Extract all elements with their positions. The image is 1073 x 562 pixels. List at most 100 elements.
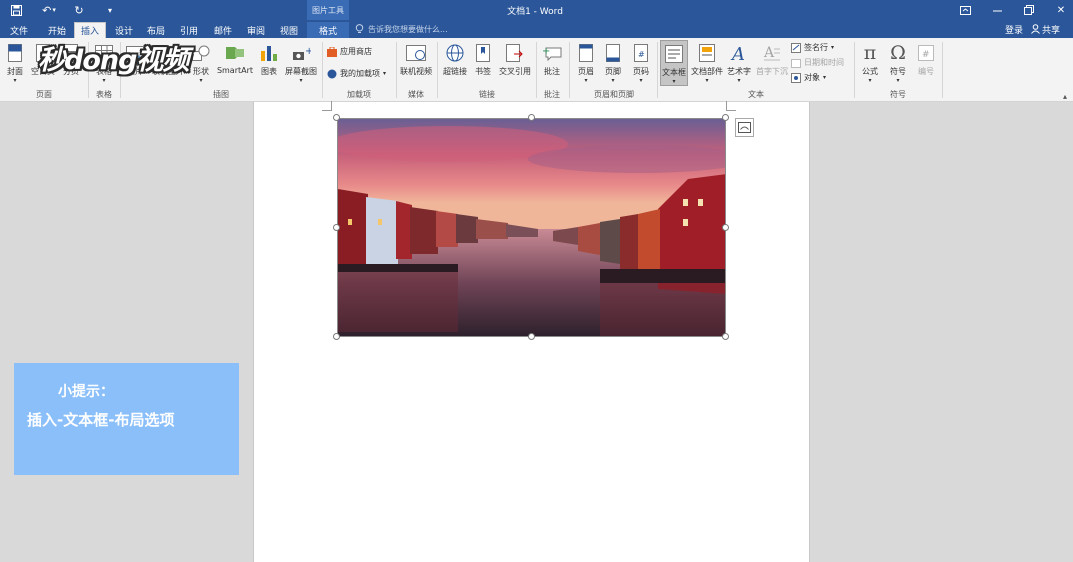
group-separator bbox=[322, 42, 323, 98]
ribbon-display-icon[interactable] bbox=[950, 0, 980, 20]
pi-icon: π bbox=[863, 42, 877, 64]
tab-home[interactable]: 开始 bbox=[42, 22, 72, 38]
resize-handle[interactable] bbox=[528, 114, 535, 121]
signature-icon bbox=[791, 42, 801, 53]
group-label-illustrations: 插图 bbox=[213, 90, 229, 99]
page-number-button[interactable]: # 页码 ▾ bbox=[628, 40, 654, 84]
login-link[interactable]: 登录 bbox=[1005, 20, 1023, 38]
store-button[interactable]: 应用商店 bbox=[327, 46, 372, 57]
lightbulb-icon bbox=[355, 24, 364, 33]
cross-reference-button[interactable]: 交叉引用 bbox=[497, 40, 533, 77]
page-number-icon: # bbox=[631, 42, 651, 64]
dropdown-arrow-icon: ▾ bbox=[102, 77, 106, 84]
number-button[interactable]: # 编号 bbox=[913, 40, 939, 77]
resize-handle[interactable] bbox=[333, 224, 340, 231]
undo-icon[interactable]: ↶ ▾ bbox=[38, 0, 60, 20]
minimize-icon[interactable] bbox=[982, 0, 1012, 20]
resize-handle[interactable] bbox=[333, 114, 340, 121]
comment-icon: + bbox=[542, 42, 562, 64]
tab-references[interactable]: 引用 bbox=[174, 22, 204, 38]
cover-page-button[interactable]: 封面 ▾ bbox=[4, 40, 26, 84]
textbox-icon bbox=[664, 43, 684, 65]
store-icon bbox=[327, 46, 337, 57]
layout-options-button[interactable] bbox=[735, 118, 754, 137]
resize-handle[interactable] bbox=[528, 333, 535, 340]
document-title: 文档1 - Word bbox=[507, 6, 563, 17]
shapes-button[interactable]: 形状 ▾ bbox=[189, 40, 213, 84]
group-label-header-footer: 页眉和页脚 bbox=[594, 90, 634, 99]
dropdown-arrow-icon: ▾ bbox=[823, 74, 827, 81]
footer-button[interactable]: 页脚 ▾ bbox=[601, 40, 625, 84]
tip-title: 小提示： bbox=[58, 384, 114, 400]
dropdown-arrow-icon: ▾ bbox=[868, 77, 872, 84]
group-label-addins: 加载项 bbox=[347, 90, 371, 99]
tab-mailings[interactable]: 邮件 bbox=[208, 22, 238, 38]
resize-handle[interactable] bbox=[722, 224, 729, 231]
inserted-picture[interactable] bbox=[337, 118, 726, 337]
tip-text: 插入-文本框-布局选项 bbox=[27, 411, 175, 429]
title-bar: ↶ ▾ ↻ ▾ 图片工具 文档1 - Word ✕ bbox=[0, 0, 1073, 20]
group-label-text: 文本 bbox=[748, 90, 764, 99]
symbol-button[interactable]: Ω 符号 ▾ bbox=[885, 40, 911, 84]
group-separator bbox=[854, 42, 855, 98]
date-time-button[interactable]: 日期和时间 bbox=[791, 57, 844, 68]
chart-icon bbox=[259, 42, 279, 64]
comment-button[interactable]: + 批注 bbox=[540, 40, 564, 77]
resize-handle[interactable] bbox=[722, 114, 729, 121]
calendar-icon bbox=[791, 58, 801, 68]
screenshot-button[interactable]: + 屏幕截图 ▾ bbox=[283, 40, 319, 84]
group-separator bbox=[396, 42, 397, 98]
screenshot-icon: + bbox=[291, 42, 311, 64]
tab-design[interactable]: 设计 bbox=[109, 22, 139, 38]
watermark-logo: 秒dong视频 bbox=[38, 45, 189, 76]
restore-icon[interactable] bbox=[1014, 0, 1044, 20]
tab-format[interactable]: 格式 bbox=[307, 22, 349, 38]
share-button[interactable]: 共享 bbox=[1031, 20, 1060, 38]
margin-corner-mark bbox=[726, 101, 736, 111]
qat-customize-icon[interactable]: ▾ bbox=[104, 0, 116, 20]
quick-parts-button[interactable]: 文档部件 ▾ bbox=[690, 40, 724, 84]
object-button[interactable]: 对象 ▾ bbox=[791, 72, 826, 83]
group-label-links: 链接 bbox=[479, 90, 495, 99]
equation-button[interactable]: π 公式 ▾ bbox=[857, 40, 883, 84]
tell-me-search[interactable]: 告诉我您想要做什么... bbox=[355, 20, 448, 38]
group-label-symbols: 符号 bbox=[890, 90, 906, 99]
hyperlink-button[interactable]: 超链接 bbox=[440, 40, 470, 77]
my-addins-icon bbox=[327, 69, 337, 78]
svg-text:#: # bbox=[922, 50, 930, 60]
group-label-comments: 批注 bbox=[544, 90, 560, 99]
tab-layout[interactable]: 布局 bbox=[141, 22, 171, 38]
save-icon[interactable] bbox=[6, 0, 26, 20]
redo-icon[interactable]: ↻ bbox=[70, 0, 88, 20]
dropcap-button[interactable]: A 首字下沉 bbox=[754, 40, 790, 77]
dropdown-arrow-icon: ▾ bbox=[831, 44, 835, 51]
bookmark-button[interactable]: 书签 bbox=[471, 40, 495, 77]
group-separator bbox=[942, 42, 943, 98]
dropdown-arrow-icon: ▾ bbox=[13, 77, 17, 84]
online-video-icon bbox=[406, 42, 426, 64]
resize-handle[interactable] bbox=[722, 333, 729, 340]
close-icon[interactable]: ✕ bbox=[1046, 0, 1073, 20]
chart-button[interactable]: 图表 bbox=[258, 40, 280, 77]
collapse-ribbon-icon[interactable]: ▴ bbox=[1063, 92, 1067, 101]
wordart-button[interactable]: A 艺术字 ▾ bbox=[725, 40, 753, 84]
resize-handle[interactable] bbox=[333, 333, 340, 340]
my-addins-button[interactable]: 我的加载项 ▾ bbox=[327, 68, 386, 79]
object-icon bbox=[791, 72, 801, 83]
margin-corner-mark bbox=[322, 101, 332, 111]
dropdown-arrow-icon: ▾ bbox=[199, 77, 203, 84]
tab-view[interactable]: 视图 bbox=[274, 22, 304, 38]
signature-line-button[interactable]: 签名行 ▾ bbox=[791, 42, 834, 53]
tab-insert[interactable]: 插入 bbox=[74, 22, 106, 38]
header-button[interactable]: 页眉 ▾ bbox=[574, 40, 598, 84]
tab-file[interactable]: 文件 bbox=[4, 22, 34, 38]
tab-review[interactable]: 审阅 bbox=[241, 22, 271, 38]
dropdown-arrow-icon: ▾ bbox=[611, 77, 615, 84]
cross-reference-icon bbox=[505, 42, 525, 64]
dropdown-arrow-icon: ▾ bbox=[299, 77, 303, 84]
online-video-button[interactable]: 联机视频 bbox=[398, 40, 434, 77]
smartart-button[interactable]: SmartArt bbox=[215, 40, 255, 75]
number-icon: # bbox=[916, 42, 936, 64]
textbox-button[interactable]: 文本框 ▾ bbox=[660, 40, 688, 86]
group-label-pages: 页面 bbox=[36, 90, 52, 99]
